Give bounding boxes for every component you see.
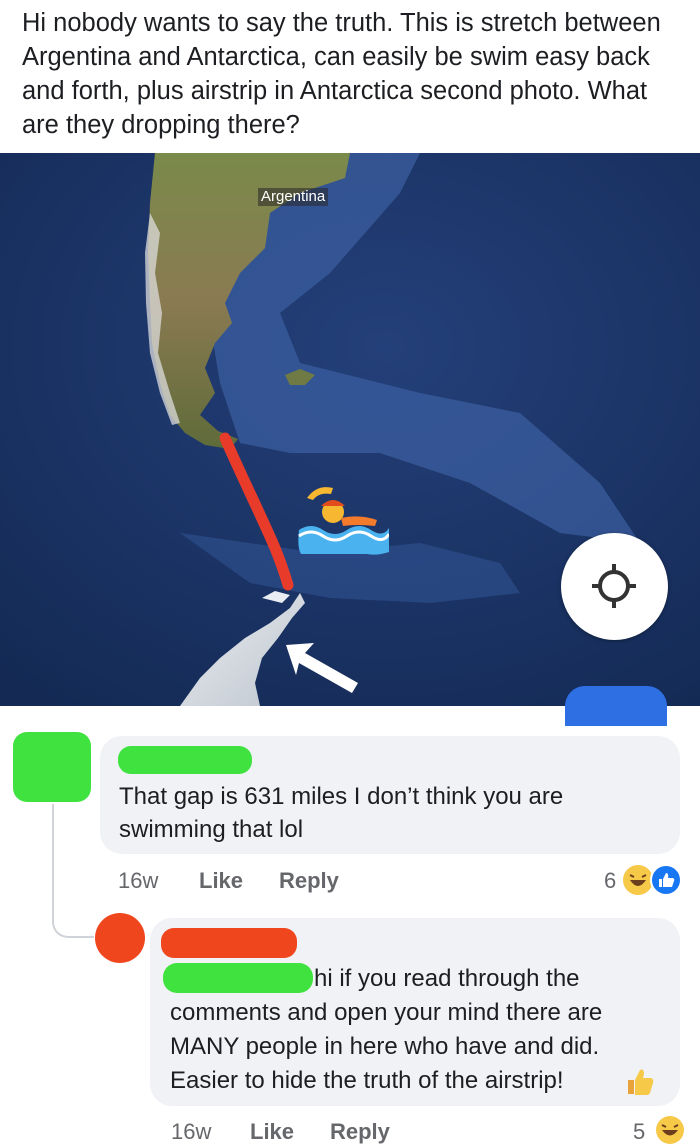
mention-tag[interactable] xyxy=(163,963,313,993)
thread-connector xyxy=(52,804,94,938)
haha-reaction-icon xyxy=(623,865,653,895)
comment-text-line-3: MANY people in here who have and did. xyxy=(170,1033,600,1060)
avatar[interactable] xyxy=(95,913,145,963)
reaction-count[interactable]: 5 xyxy=(633,1119,645,1145)
thumbs-up-icon xyxy=(628,1069,654,1095)
locate-overlay xyxy=(592,564,636,608)
like-button[interactable]: Like xyxy=(250,1119,294,1145)
reply-button[interactable]: Reply xyxy=(330,1119,390,1145)
comment-text: That gap is 631 miles I don’t think you … xyxy=(119,783,564,843)
swimmer-icon xyxy=(298,487,389,555)
avatar[interactable] xyxy=(13,732,91,802)
reaction-count[interactable]: 6 xyxy=(604,868,616,894)
like-button[interactable]: Like xyxy=(199,868,243,894)
comment-text-line-2: comments and open your mind there are xyxy=(170,999,603,1026)
commenter-name[interactable] xyxy=(118,746,252,774)
reply-button[interactable]: Reply xyxy=(279,868,339,894)
like-reaction-icon xyxy=(650,864,682,896)
map-blue-tab[interactable] xyxy=(565,686,667,726)
commenter-name[interactable] xyxy=(161,928,297,958)
haha-reaction-icon[interactable] xyxy=(654,1114,686,1145)
reactions-icons[interactable] xyxy=(622,864,684,896)
comment-text-line-4: Easier to hide the truth of the airstrip… xyxy=(170,1067,564,1094)
comment-text-line-1: hi if you read through the xyxy=(314,965,580,992)
comment-time[interactable]: 16w xyxy=(118,868,158,894)
locate-icon xyxy=(592,564,636,608)
comment-time[interactable]: 16w xyxy=(171,1119,211,1145)
